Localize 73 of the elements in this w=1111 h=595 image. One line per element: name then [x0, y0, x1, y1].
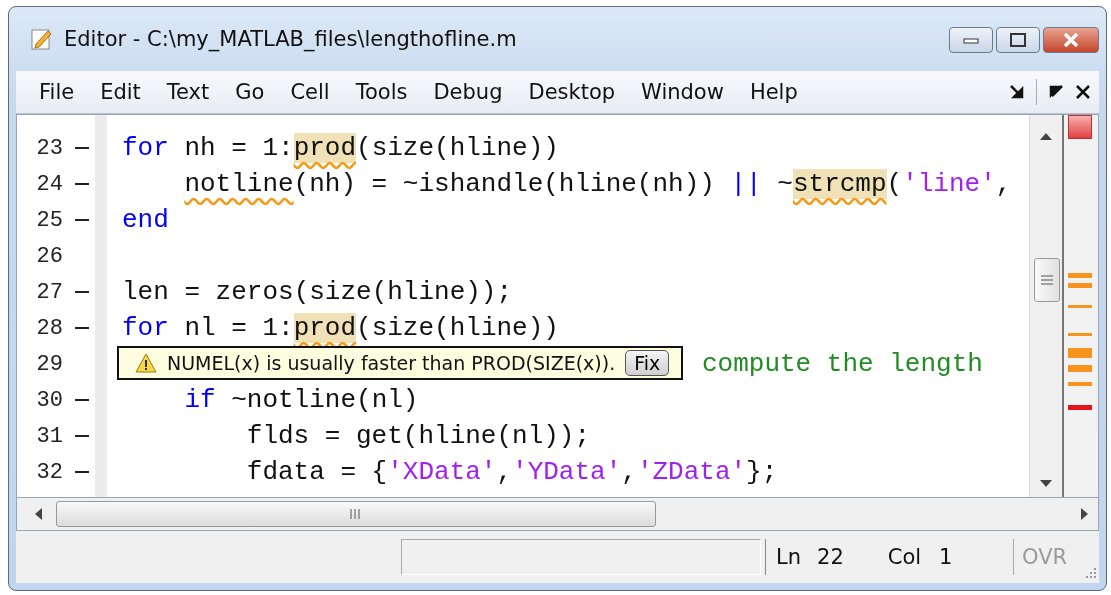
line-number: 26 — [35, 243, 63, 269]
menu-item[interactable]: Text — [153, 76, 223, 108]
error-indicator — [1068, 115, 1092, 139]
breakpoint-dash[interactable] — [75, 435, 89, 437]
line-number: 24 — [35, 171, 63, 197]
code-line: fdata = {'XData','YData','ZData'}; — [246, 457, 778, 487]
menu-item[interactable]: Help — [736, 76, 811, 108]
menu-item[interactable]: Tools — [342, 76, 421, 108]
menu-item[interactable]: Cell — [277, 76, 343, 108]
menu-item[interactable]: Debug — [420, 76, 516, 108]
warning-message: NUMEL(x) is usually faster than PROD(SIZE(x)). — [167, 352, 616, 374]
maximize-button[interactable] — [996, 27, 1040, 53]
line-number: 28 — [35, 315, 63, 341]
menu-item[interactable]: Go — [222, 76, 278, 108]
menu-item[interactable]: File — [26, 76, 88, 108]
breakpoint-dash[interactable] — [75, 147, 89, 149]
warning-marker[interactable] — [1068, 333, 1092, 336]
overwrite-indicator: OVR — [1013, 539, 1076, 575]
line-number: 23 — [35, 135, 63, 161]
warning-marker[interactable] — [1068, 365, 1092, 372]
minimize-icon — [963, 36, 979, 44]
scroll-right-icon[interactable] — [1081, 508, 1088, 520]
scroll-down-icon[interactable] — [1040, 480, 1052, 487]
menu-item[interactable]: Edit — [87, 76, 154, 108]
fix-button[interactable]: Fix — [625, 350, 670, 376]
vertical-scroll-thumb[interactable] — [1034, 258, 1060, 302]
breakpoint-dash[interactable] — [75, 291, 89, 293]
breakpoint-dash[interactable] — [75, 471, 89, 473]
code-line: if ~notline(nl) — [184, 385, 419, 415]
undock-arrow-icon[interactable] — [1049, 85, 1063, 99]
column-value: 1 — [939, 545, 953, 569]
warning-marker[interactable] — [1068, 348, 1092, 358]
horizontal-scroll-thumb[interactable] — [56, 501, 656, 527]
column-label: Col — [887, 545, 922, 569]
maximize-icon — [1010, 33, 1026, 47]
close-icon — [1062, 32, 1080, 48]
code-line: compute the length — [702, 349, 983, 379]
code-line: end — [122, 205, 169, 235]
window-title: Editor - C:\my_MATLAB_files\lengthofline.m — [64, 27, 518, 51]
code-line: notline(nh) = ~ishandle(hline(nh)) || ~strcmp('line', — [184, 169, 1012, 199]
close-icon[interactable] — [1075, 84, 1091, 100]
breakpoint-dash[interactable] — [75, 183, 89, 185]
warning-icon — [135, 353, 157, 373]
code-line: flds = get(hline(nl)); — [246, 421, 591, 451]
error-marker[interactable] — [1068, 405, 1092, 410]
minimize-button[interactable] — [949, 27, 993, 53]
line-number: 32 — [35, 459, 63, 485]
line-label: Ln — [776, 545, 801, 569]
close-button[interactable] — [1043, 27, 1099, 53]
dock-arrow-icon[interactable] — [1010, 85, 1024, 99]
line-number: 27 — [35, 279, 63, 305]
scroll-up-icon[interactable] — [1040, 133, 1052, 140]
line-value: 22 — [817, 545, 844, 569]
line-number: 30 — [35, 387, 63, 413]
breakpoint-dash[interactable] — [75, 327, 89, 329]
scroll-left-icon[interactable] — [35, 508, 42, 520]
line-number: 29 — [35, 351, 63, 377]
warning-marker[interactable] — [1068, 305, 1092, 308]
menu-item[interactable]: Desktop — [515, 76, 629, 108]
code-line: for nl = 1:prod(size(hline)) — [122, 313, 559, 343]
code-line: len = zeros(size(hline)); — [122, 277, 513, 307]
warning-marker[interactable] — [1068, 382, 1092, 386]
warning-marker[interactable] — [1068, 273, 1092, 278]
line-number: 25 — [35, 207, 63, 233]
code-line: for nh = 1:prod(size(hline)) — [122, 133, 559, 163]
horizontal-scrollbar[interactable] — [16, 497, 1099, 531]
warning-marker[interactable] — [1068, 283, 1092, 288]
resize-grip-icon[interactable] — [1083, 565, 1097, 579]
breakpoint-dash[interactable] — [75, 219, 89, 221]
breakpoint-dash[interactable] — [75, 399, 89, 401]
editor-file-icon — [30, 27, 54, 51]
menu-item[interactable]: Window — [628, 76, 737, 108]
line-number: 31 — [35, 423, 63, 449]
